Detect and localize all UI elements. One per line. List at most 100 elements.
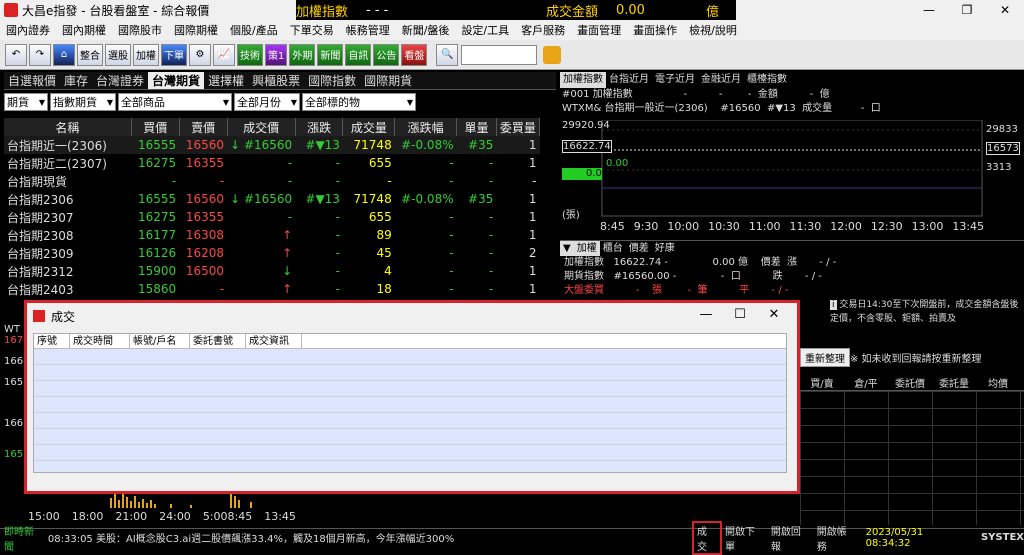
table-row[interactable]: 台指期2312 15900 16500 ↓ - 4 - - 1 bbox=[4, 262, 540, 280]
col-seq[interactable]: 序號 bbox=[34, 334, 70, 348]
tab-emerging[interactable]: 興櫃股票 bbox=[248, 72, 304, 89]
search-icon[interactable]: 🔍 bbox=[436, 43, 459, 66]
table-row[interactable]: 台指期近一(2306) 16555 16560 ↓ #16560 #▼13 71748 #-… bbox=[4, 136, 540, 154]
order-button[interactable]: 下單 bbox=[161, 43, 187, 66]
table-row[interactable]: 台指期2307 16275 16355 - - 655 - - 1 bbox=[4, 208, 540, 226]
col-last[interactable]: 成交價 bbox=[227, 118, 296, 136]
col-name[interactable]: 名稱 bbox=[4, 118, 132, 136]
menu-item[interactable]: 畫面操作 bbox=[627, 22, 683, 38]
menu-item[interactable]: 國內證券 bbox=[0, 22, 56, 38]
tab-weighted[interactable]: 加權 bbox=[573, 241, 600, 256]
table-row[interactable]: 台指期2308 16177 16308 ↑ - 89 - - 1 bbox=[4, 226, 540, 244]
redo-button[interactable]: ↷ bbox=[29, 43, 51, 66]
tab-intl-index[interactable]: 國際指數 bbox=[304, 72, 360, 89]
lock-icon[interactable] bbox=[543, 45, 562, 64]
tab-options[interactable]: 選擇權 bbox=[204, 72, 248, 89]
weighted-button[interactable]: 加權 bbox=[133, 43, 159, 66]
table-row[interactable] bbox=[34, 429, 786, 445]
table-row[interactable]: 台指期近二(2307) 16275 16355 - - 655 - - 1 bbox=[4, 154, 540, 172]
menu-item[interactable]: 新聞/盤後 bbox=[396, 22, 456, 38]
open-order-button[interactable]: 開啟下單 bbox=[722, 523, 768, 553]
menu-item[interactable]: 國際股市 bbox=[112, 22, 168, 38]
maximize-button[interactable]: ❐ bbox=[948, 0, 986, 20]
open-report-button[interactable]: 開啟回報 bbox=[768, 523, 814, 553]
table-row[interactable]: 台指期2309 16126 16208 ↑ - 45 - - 2 bbox=[4, 244, 540, 262]
col-open-close[interactable]: 倉/平 bbox=[844, 375, 888, 390]
tab-te-near[interactable]: 電子近月 bbox=[652, 72, 698, 88]
col-account[interactable]: 帳號/戶名 bbox=[130, 334, 190, 348]
tab-tx-near[interactable]: 台指近月 bbox=[606, 72, 652, 88]
home-button[interactable]: ⌂ bbox=[53, 43, 75, 66]
tab-tf-near[interactable]: 金融近月 bbox=[698, 72, 744, 88]
self-info-button[interactable]: 自訊 bbox=[345, 43, 372, 66]
refresh-button[interactable]: 重新整理 bbox=[800, 348, 850, 367]
col-order-price[interactable]: 委託價 bbox=[888, 375, 932, 390]
menu-item[interactable]: 個股/產品 bbox=[224, 22, 284, 38]
undo-button[interactable]: ↶ bbox=[5, 43, 27, 66]
chart-icon[interactable]: 📈 bbox=[213, 43, 235, 66]
dialog-maximize-button[interactable]: ☐ bbox=[723, 307, 757, 322]
search-combo[interactable] bbox=[461, 44, 538, 65]
trade-button[interactable]: 成交 bbox=[692, 520, 722, 555]
table-row[interactable]: 台指期2306 16555 16560 ↓ #16560 #▼13 71748 #-0.08… bbox=[4, 190, 540, 208]
tab-taiex[interactable]: 加權指數 bbox=[560, 72, 606, 88]
news-button[interactable]: 新聞 bbox=[317, 43, 344, 66]
col-ask[interactable]: 賣價 bbox=[179, 118, 228, 136]
filter-type[interactable]: 期貨 bbox=[4, 93, 48, 111]
filter-product[interactable]: 全部商品 bbox=[118, 93, 232, 111]
gear-icon[interactable]: ⚙ bbox=[189, 43, 211, 66]
tab-inventory[interactable]: 庫存 bbox=[60, 72, 92, 89]
col-lot[interactable]: 單量 bbox=[456, 118, 497, 136]
col-change[interactable]: 漲跌 bbox=[295, 118, 344, 136]
filter-category[interactable]: 指數期貨 bbox=[50, 93, 116, 111]
menu-item[interactable]: 客戶服務 bbox=[515, 22, 571, 38]
tab-tw-futures[interactable]: 台灣期貨 bbox=[148, 72, 205, 89]
col-side[interactable]: 買/賣 bbox=[800, 375, 844, 390]
table-row[interactable] bbox=[34, 397, 786, 413]
collapse-icon[interactable]: ▼ bbox=[560, 241, 574, 256]
foreign-futures-button[interactable]: 外期 bbox=[289, 43, 316, 66]
dialog-minimize-button[interactable]: — bbox=[689, 307, 723, 322]
tab-deals[interactable]: 好康 bbox=[652, 241, 678, 256]
strategy-button[interactable]: 策1 bbox=[265, 43, 288, 66]
col-bid[interactable]: 買價 bbox=[131, 118, 180, 136]
open-account-button[interactable]: 開啟帳務 bbox=[814, 523, 860, 553]
col-order-no[interactable]: 委託書號 bbox=[190, 334, 246, 348]
col-avg-price[interactable]: 均價 bbox=[976, 375, 1020, 390]
table-row[interactable] bbox=[34, 381, 786, 397]
table-row[interactable] bbox=[34, 445, 786, 461]
menu-item[interactable]: 畫面管理 bbox=[571, 22, 627, 38]
col-order-qty[interactable]: 委託量 bbox=[932, 375, 976, 390]
col-volume[interactable]: 成交量 bbox=[342, 118, 396, 136]
table-row[interactable]: 台指期現貨 - - - - - - - - bbox=[4, 172, 540, 190]
close-button[interactable]: ✕ bbox=[986, 0, 1024, 20]
tab-otc-detail[interactable]: 櫃台 bbox=[600, 241, 626, 256]
col-trade-time[interactable]: 成交時間 bbox=[70, 334, 130, 348]
menu-item[interactable]: 下單交易 bbox=[284, 22, 340, 38]
integrate-button[interactable]: 整合 bbox=[77, 43, 103, 66]
announcement-button[interactable]: 公告 bbox=[373, 43, 400, 66]
menu-item[interactable]: 帳務管理 bbox=[340, 22, 396, 38]
table-row[interactable] bbox=[34, 413, 786, 429]
minimize-button[interactable]: — bbox=[910, 0, 948, 20]
menu-item[interactable]: 檢視/說明 bbox=[683, 22, 743, 38]
tab-intl-futures[interactable]: 國際期貨 bbox=[360, 72, 416, 89]
col-bid-qty[interactable]: 委買量 bbox=[496, 118, 541, 136]
table-row[interactable] bbox=[34, 365, 786, 381]
news-ticker[interactable]: 08:33:05 美股：AI概念股C3.ai週二股價飆漲33.4%，觸及18個月… bbox=[48, 530, 646, 545]
tab-watchlist[interactable]: 自選報價 bbox=[4, 72, 60, 89]
menu-item[interactable]: 設定/工具 bbox=[455, 22, 515, 38]
filter-underlying[interactable]: 全部標的物 bbox=[302, 93, 416, 111]
technical-button[interactable]: 技術 bbox=[237, 43, 263, 66]
col-change-pct[interactable]: 漲跌幅 bbox=[394, 118, 458, 136]
filter-month[interactable]: 全部月份 bbox=[234, 93, 300, 111]
stock-select-button[interactable]: 選股 bbox=[105, 43, 131, 66]
table-row[interactable] bbox=[34, 349, 786, 365]
tab-tw-stocks[interactable]: 台灣證券 bbox=[92, 72, 148, 89]
watch-button[interactable]: 看盤 bbox=[401, 43, 428, 66]
col-trade-info[interactable]: 成交資訊 bbox=[246, 334, 302, 348]
menu-item[interactable]: 國內期權 bbox=[56, 22, 112, 38]
tab-spread[interactable]: 價差 bbox=[626, 241, 652, 256]
table-row[interactable]: 台指期2403 15860 - ↑ - 18 - - 1 bbox=[4, 280, 540, 298]
tab-otc[interactable]: 櫃檯指數 bbox=[744, 72, 790, 88]
